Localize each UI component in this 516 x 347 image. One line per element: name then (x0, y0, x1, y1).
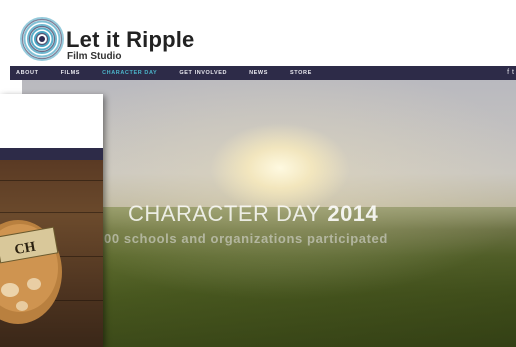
logo-subtitle: Film Studio (67, 51, 122, 62)
hero-subtitle: 00 schools and organizations participate… (104, 231, 388, 246)
hero-title-regular: CHARACTER DAY (128, 201, 328, 226)
hero-title: CHARACTER DAY 2014 (128, 201, 378, 227)
nav-item-news[interactable]: NEWS (249, 70, 268, 76)
nav-item-films[interactable]: FILMS (61, 70, 81, 76)
twitter-icon[interactable]: t (512, 69, 514, 77)
facebook-icon[interactable]: f (507, 69, 509, 77)
site-logo[interactable]: Let it Ripple Film Studio (18, 6, 195, 62)
nav-item-store[interactable]: STORE (290, 70, 312, 76)
nav-item-character-day[interactable]: CHARACTER DAY (102, 70, 157, 76)
page: Let it Ripple Film Studio ABOUT FILMS CH… (0, 0, 516, 347)
overlay-photo-card[interactable]: CH (0, 94, 103, 347)
nav-item-about[interactable]: ABOUT (16, 70, 39, 76)
main-nav: ABOUT FILMS CHARACTER DAY GET INVOLVED N… (10, 66, 516, 80)
nav-item-get-involved[interactable]: GET INVOLVED (179, 70, 227, 76)
logo-title: Let it Ripple (66, 27, 195, 52)
site-header: Let it Ripple Film Studio (0, 0, 516, 66)
hero-title-year: 2014 (327, 201, 379, 226)
overlay-band (0, 148, 103, 160)
overlay-photo: CH (0, 160, 103, 347)
social-links: f t (507, 69, 514, 77)
bread-loaf-icon: CH (0, 220, 62, 324)
